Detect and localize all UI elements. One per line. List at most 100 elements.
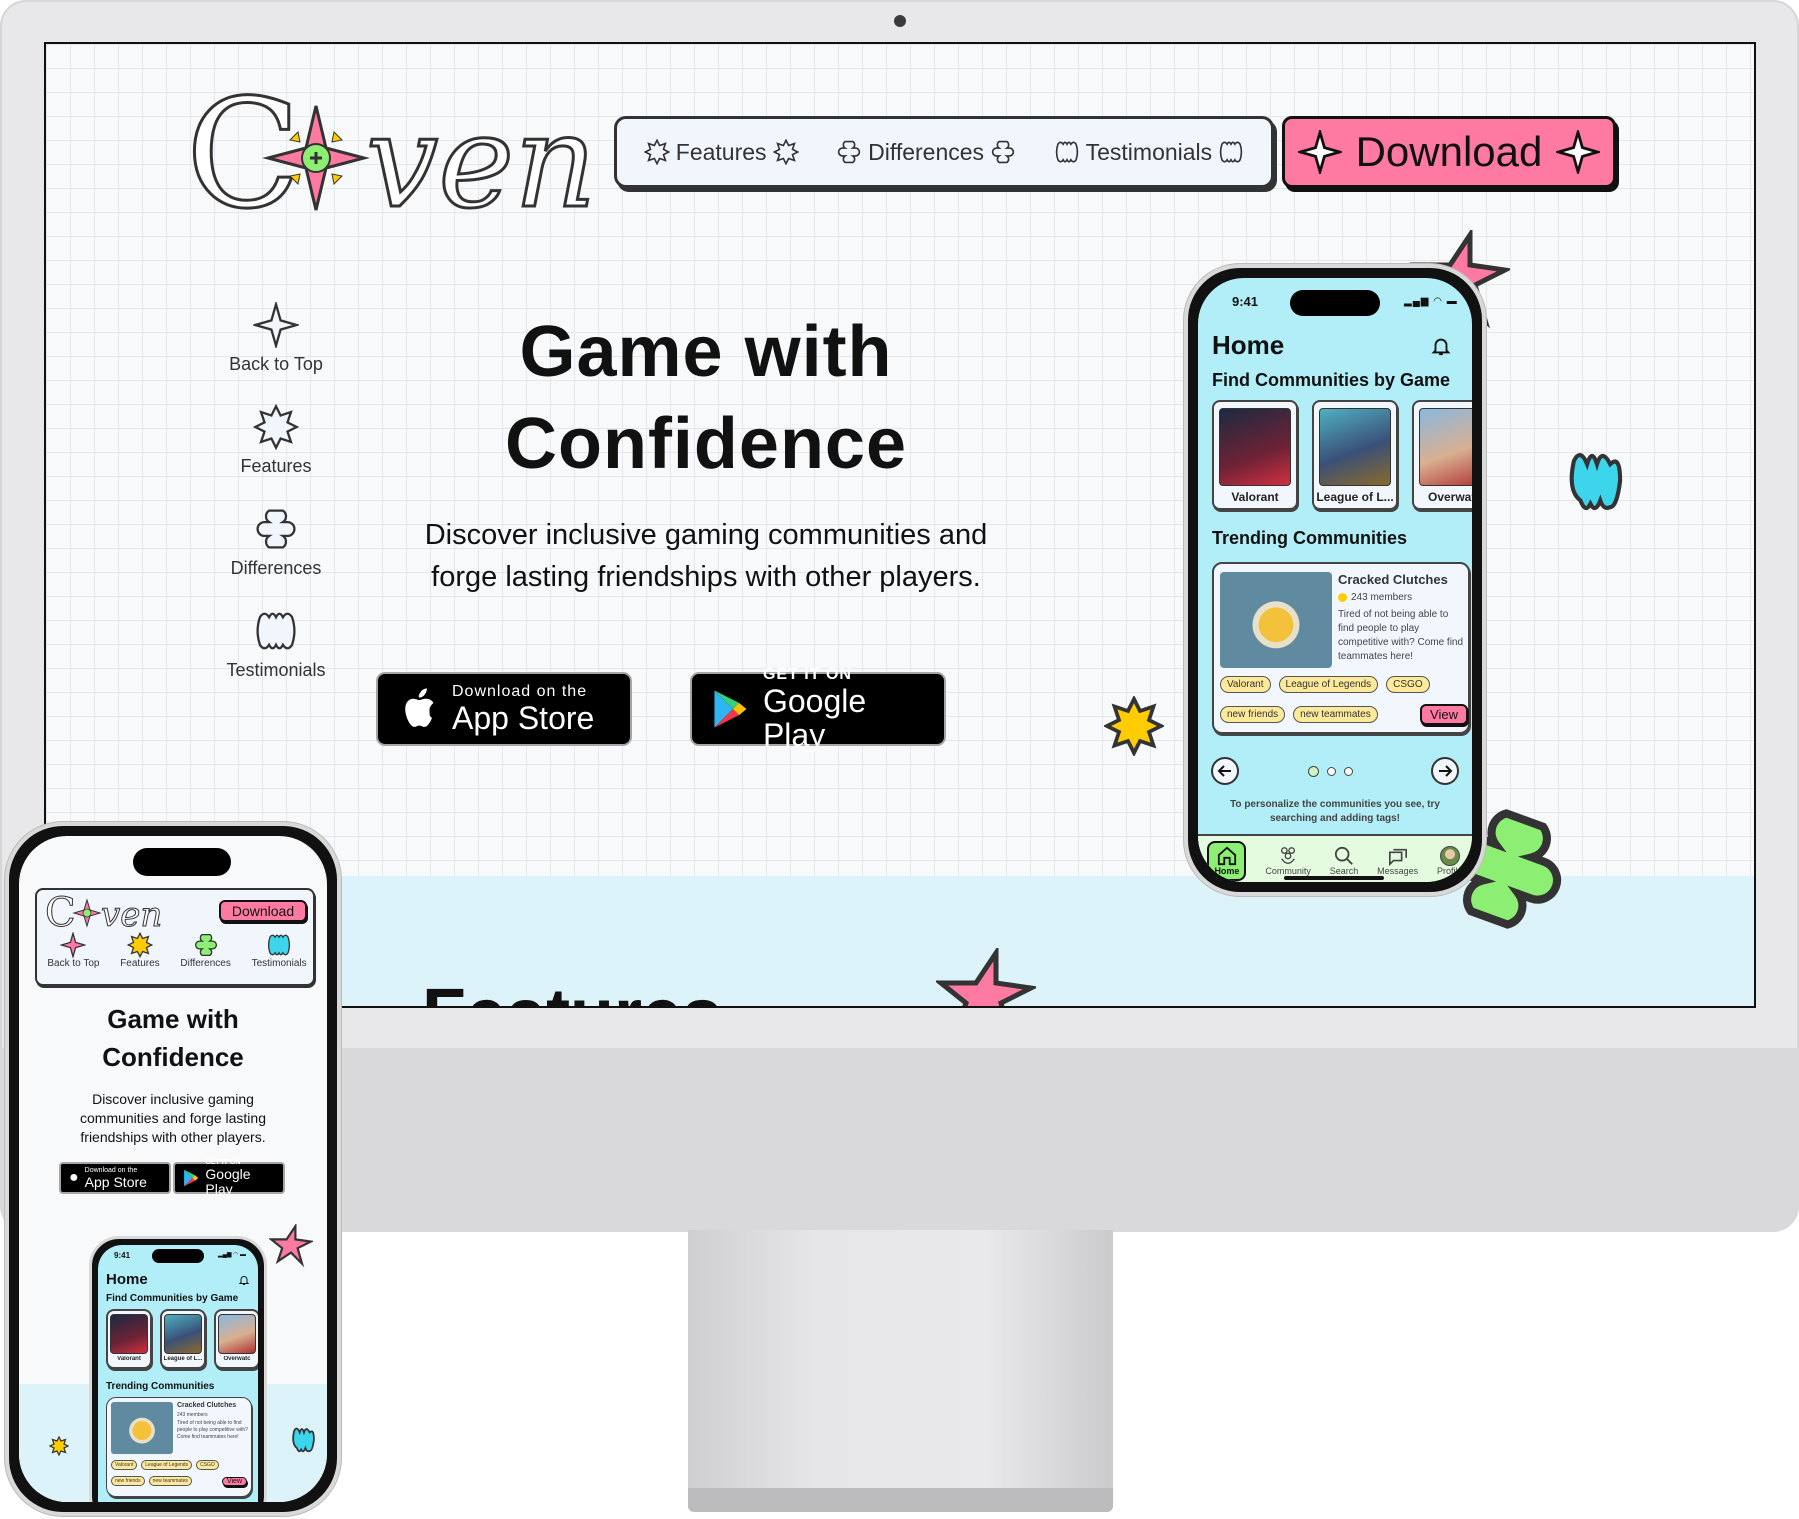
view-button[interactable]: View — [1420, 704, 1468, 725]
nav-link-testimonials[interactable]: Testimonials — [1054, 139, 1245, 166]
coven-logo[interactable]: C ven — [45, 892, 185, 932]
tag[interactable]: League of Legends — [1278, 676, 1379, 693]
tag-row-2: new friends new teammates View — [111, 1476, 247, 1486]
status-time: 9:41 — [114, 1251, 131, 1260]
carousel-dots — [1308, 766, 1353, 777]
mobile-app-store-badge[interactable]: ● Download on the App Store — [59, 1162, 171, 1194]
nav-link-features[interactable]: Features — [643, 139, 799, 166]
tag[interactable]: CSGO — [196, 1460, 219, 1470]
side-nav-back-to-top[interactable]: Back to Top — [176, 302, 376, 404]
tag-row-1: Valorant League of Legends CSGO — [1220, 676, 1468, 693]
community-icon — [1281, 847, 1296, 864]
game-card-league[interactable]: League of L... — [160, 1309, 206, 1369]
tag[interactable]: new friends — [111, 1476, 145, 1486]
apple-icon — [405, 688, 434, 727]
carousel-dot[interactable] — [1327, 767, 1336, 776]
personalize-hint: To personalize the communities you see, … — [1230, 799, 1440, 824]
game-cover-image — [218, 1314, 256, 1354]
carousel-prev-arrow-icon[interactable] — [1210, 756, 1240, 786]
cyan-blob-decoration-icon — [1569, 453, 1623, 511]
wavy-blob-icon — [1055, 141, 1078, 163]
wavy-blob-icon — [1219, 141, 1243, 163]
app-screen: 9:41 ▂▄▆ ◠ ▬ Home Find Communities by Ga… — [1198, 278, 1472, 882]
mobile-header: C ven Download Back to Top Features Diff… — [35, 888, 315, 986]
app-store-badge[interactable]: Download on the App Store — [376, 672, 632, 746]
nav-link-differences[interactable]: Differences — [836, 139, 1016, 166]
hero-subtitle: Discover inclusive gaming communities an… — [424, 519, 988, 593]
coven-logo[interactable]: C ven — [186, 78, 631, 228]
carousel-next-arrow-icon[interactable] — [1430, 756, 1460, 786]
sparkle-star-icon — [60, 932, 87, 958]
tab-search[interactable]: Search — [1330, 846, 1358, 876]
wavy-blob-icon — [268, 934, 291, 956]
mobile-nav-differences[interactable]: Differences — [180, 932, 231, 969]
burst-star-icon — [126, 932, 153, 958]
features-section-heading: Features — [422, 974, 722, 1006]
wavy-blob-icon — [256, 612, 296, 650]
mobile-nav-back-to-top[interactable]: Back to Top — [47, 932, 99, 969]
tag[interactable]: new friends — [1220, 706, 1286, 723]
yellow-burst-decoration-icon — [1104, 696, 1164, 756]
tab-home[interactable]: Home — [1207, 841, 1247, 881]
community-card[interactable]: Cracked Clutches 243 members Tired of no… — [106, 1397, 252, 1497]
tag[interactable]: League of Legends — [141, 1460, 193, 1470]
app-phone-mockup: 9:41 ▂▄▆ ◠ ▬ Home Find Communities by Ga… — [1184, 264, 1486, 896]
mobile-nav-testimonials[interactable]: Testimonials — [252, 932, 307, 969]
bell-icon[interactable] — [1430, 334, 1452, 358]
camera-icon — [894, 15, 906, 27]
side-nav-features[interactable]: Features — [176, 404, 376, 506]
game-cover-image — [1419, 408, 1472, 486]
download-button[interactable]: Download — [1282, 116, 1616, 188]
tab-profile[interactable]: Profile — [1437, 846, 1463, 876]
tab-messages[interactable]: Messages — [1377, 846, 1418, 876]
game-card-league[interactable]: League of L... — [1312, 400, 1398, 510]
svg-text:ven: ven — [366, 88, 597, 228]
clover-cross-icon — [256, 509, 296, 549]
sparkle-star-icon — [253, 302, 299, 348]
community-description: Tired of not being able to find people t… — [177, 1420, 248, 1440]
mobile-website-screen: C ven Download Back to Top Features Diff… — [19, 836, 327, 1502]
cyan-blob-decoration-icon — [292, 1427, 315, 1453]
nested-app-phone-mockup: 9:41 ▂▄▆ ◠ ▬ Home Find Communities by Ga… — [89, 1236, 267, 1502]
home-icon — [1217, 846, 1237, 866]
pink-star-decoration-icon — [269, 1224, 313, 1268]
game-card-overwatch[interactable]: Overwatc — [214, 1309, 258, 1369]
imac-stand — [688, 1230, 1113, 1508]
sparkle-star-icon — [1556, 130, 1601, 174]
svg-text:ven: ven — [101, 895, 162, 932]
game-cover-image — [1319, 408, 1391, 486]
game-card-valorant[interactable]: Valorant — [106, 1309, 152, 1369]
dynamic-island — [133, 848, 231, 876]
tag[interactable]: Valorant — [1220, 676, 1271, 693]
community-card[interactable]: Cracked Clutches 243 members Tired of no… — [1212, 562, 1470, 734]
svg-text:C: C — [45, 892, 76, 932]
mobile-google-play-badge[interactable]: GET IT ON Google Play — [173, 1159, 285, 1197]
side-nav: Back to Top Features Differences Testimo… — [176, 302, 376, 710]
screen-title: Home — [106, 1271, 148, 1288]
tag-row-1: Valorant League of Legends CSGO — [111, 1460, 219, 1470]
bottom-tab-bar: Home Community Search Messages Profile — [1198, 834, 1472, 882]
community-image — [111, 1402, 173, 1454]
game-card-valorant[interactable]: Valorant — [1212, 400, 1298, 510]
carousel-dot[interactable] — [1344, 767, 1353, 776]
view-button[interactable]: View — [221, 1476, 247, 1486]
mobile-nav-features[interactable]: Features — [120, 932, 160, 969]
dynamic-island — [152, 1249, 204, 1263]
google-play-badge[interactable]: GET IT ON Google Play — [690, 666, 946, 752]
tag[interactable]: CSGO — [1386, 676, 1430, 693]
community-description: Tired of not being able to find people t… — [1338, 609, 1464, 662]
home-indicator — [1284, 876, 1384, 880]
carousel-dot-active[interactable] — [1308, 766, 1319, 777]
mobile-download-button[interactable]: Download — [219, 900, 307, 922]
mobile-hero-subtitle: Discover inclusive gaming communities an… — [80, 1091, 266, 1145]
pink-star-decoration-icon — [936, 948, 1036, 1006]
tab-community[interactable]: Community — [1265, 846, 1311, 876]
game-card-overwatch[interactable]: Overwatc — [1412, 400, 1472, 510]
bell-icon[interactable] — [238, 1273, 250, 1287]
tag[interactable]: new teammates — [1293, 706, 1378, 723]
side-nav-testimonials[interactable]: Testimonials — [176, 608, 376, 710]
tag[interactable]: new teammates — [148, 1476, 192, 1486]
top-nav: Features Differences Testimonials — [614, 116, 1274, 188]
tag[interactable]: Valorant — [111, 1460, 138, 1470]
trending-heading: Trending Communities — [106, 1381, 215, 1392]
